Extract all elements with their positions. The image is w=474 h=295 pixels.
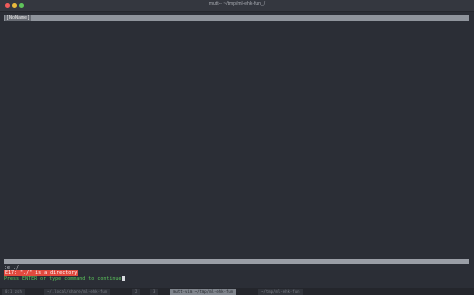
tmux-window-5[interactable]: ~/tmp/ml-ehk-fun — [258, 289, 303, 295]
tmux-window-2[interactable]: 2 — [132, 289, 141, 295]
tmux-window-3[interactable]: 3 — [150, 289, 159, 295]
tmux-status-bar: 0:1 zsh ~/.local/share/ml-ehk-fun 2 3 mu… — [0, 288, 474, 295]
continue-prompt[interactable]: Press ENTER or type command to continue — [4, 276, 126, 282]
title-bar[interactable]: mutt-- ~/tmp/ml-ehk-fun_/ — [0, 0, 474, 12]
text-cursor — [122, 276, 126, 281]
tmux-window-1[interactable]: ~/.local/share/ml-ehk-fun — [44, 289, 111, 295]
editor-buffer[interactable] — [4, 21, 469, 257]
window-title: mutt-- ~/tmp/ml-ehk-fun_/ — [208, 1, 266, 7]
tmux-window-4-active[interactable]: mutt-vim ~/tmp/ml-ehk-fun — [170, 289, 237, 295]
continue-prompt-text: Press ENTER or type command to continue — [4, 276, 122, 282]
tmux-window-0[interactable]: 0:1 zsh — [2, 289, 25, 295]
vim-statusline — [4, 259, 469, 264]
terminal-window: mutt-- ~/tmp/ml-ehk-fun_/ [NoName] :e ./… — [0, 0, 474, 295]
